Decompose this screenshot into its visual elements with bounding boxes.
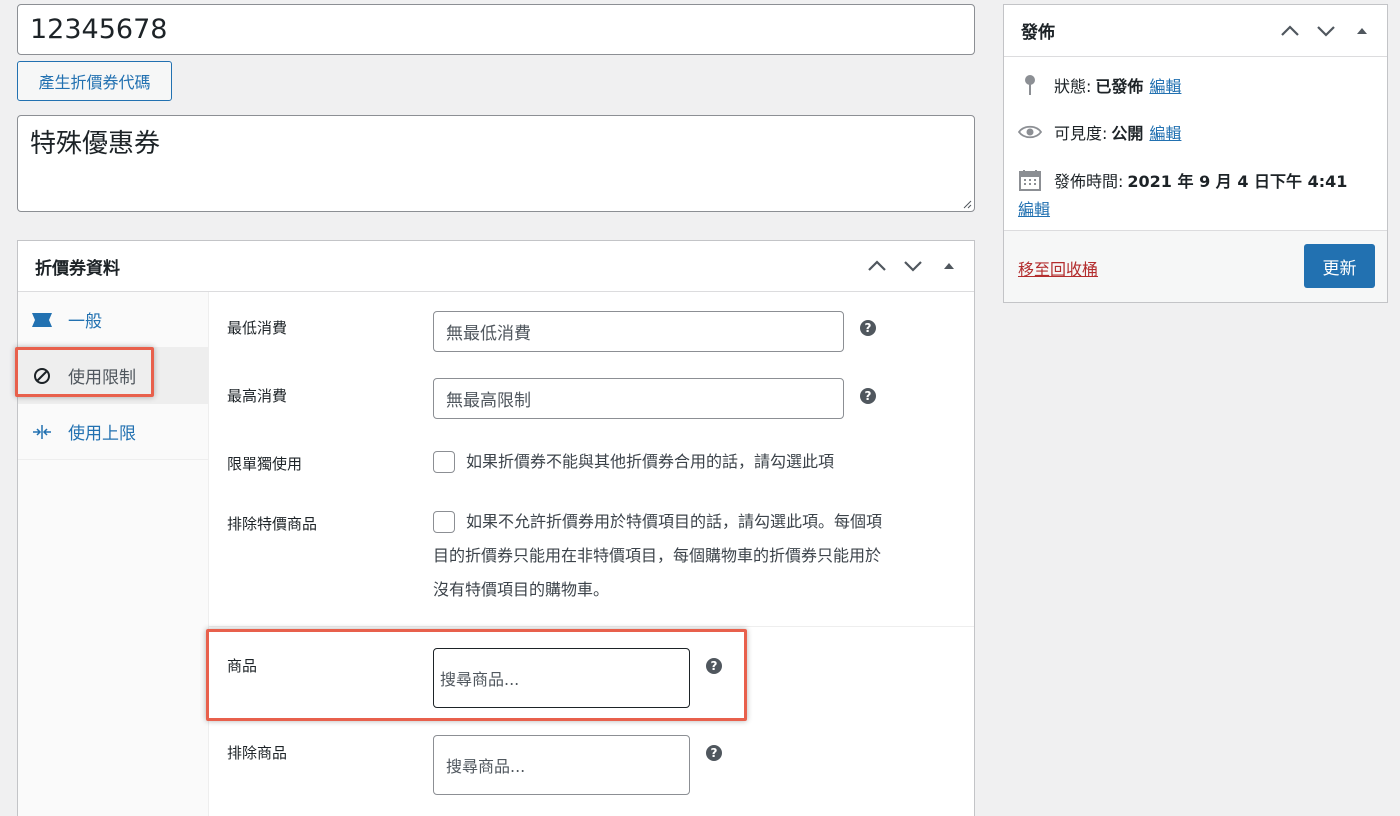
tab-general-label: 一般 (68, 312, 102, 332)
products-label: 商品 (227, 657, 258, 675)
limit-arrows-icon (32, 422, 52, 442)
exclude-sale-description-line3: 沒有特價項目的購物車。 (433, 580, 610, 599)
coupon-description-textarea[interactable]: 特殊優惠券 (17, 115, 975, 212)
tab-general[interactable]: 一般 (18, 292, 208, 348)
publish-visibility-row: 可見度: 公開 編輯 (1018, 120, 1181, 144)
published-value: 2021 年 9 月 4 日下午 4:41 (1127, 172, 1348, 191)
no-entry-icon (32, 366, 52, 386)
resize-grip-icon[interactable] (962, 199, 972, 209)
collapse-toggle-icon[interactable] (938, 255, 960, 277)
exclude-products-search-input[interactable]: 搜尋商品... (433, 735, 690, 795)
individual-use-checkbox[interactable] (433, 451, 455, 473)
min-spend-label: 最低消費 (227, 319, 288, 337)
move-down-icon[interactable] (902, 255, 924, 277)
max-spend-input[interactable]: 無最高限制 (433, 378, 844, 419)
status-label: 狀態: (1054, 77, 1092, 96)
exclude-sale-description-line1: 如果不允許折價券用於特價項目的話，請勾選此項。每個項 (466, 512, 883, 531)
edit-status-link[interactable]: 編輯 (1149, 73, 1181, 97)
min-spend-help-icon[interactable]: ? (860, 320, 876, 336)
update-button[interactable]: 更新 (1304, 244, 1375, 288)
tab-usage-limits-label: 使用上限 (68, 424, 136, 444)
move-to-trash-link[interactable]: 移至回收桶 (1018, 256, 1098, 280)
individual-use-description: 如果折價券不能與其他折價券合用的話，請勾選此項 (466, 452, 835, 471)
exclude-sale-items-checkbox[interactable] (433, 511, 455, 533)
edit-date-link[interactable]: 編輯 (1018, 196, 1050, 220)
tab-usage-restriction[interactable]: 使用限制 (18, 348, 208, 404)
exclude-sale-description-line2: 目的折價券只能用在非特價項目，每個購物車的折價券只能用於 (433, 546, 882, 565)
options-divider (209, 626, 974, 627)
publish-actions: 移至回收桶 更新 (1004, 230, 1387, 302)
publish-controls (1279, 20, 1373, 42)
eye-icon (1018, 120, 1042, 144)
status-value: 已發佈 (1095, 77, 1144, 96)
generate-coupon-code-button[interactable]: 產生折價券代碼 (17, 61, 172, 101)
edit-visibility-link[interactable]: 編輯 (1149, 120, 1181, 144)
coupon-data-title: 折價券資料 (35, 258, 120, 279)
coupon-data-header: 折價券資料 (18, 241, 974, 292)
published-label: 發佈時間: (1054, 172, 1124, 191)
exclude-products-label: 排除商品 (227, 744, 288, 762)
pin-icon (1018, 73, 1042, 97)
coupon-data-controls (866, 255, 960, 277)
ticket-icon (32, 310, 52, 330)
publish-date-row: 發佈時間: 2021 年 9 月 4 日下午 4:41 (1018, 168, 1353, 192)
publish-box: 發佈 狀態: 已發佈 編輯 可見度: 公開 編輯 發佈時間: 2021 年 9 … (1003, 4, 1388, 303)
publish-status-row: 狀態: 已發佈 編輯 (1018, 73, 1181, 97)
move-up-icon[interactable] (866, 255, 888, 277)
publish-collapse-icon[interactable] (1351, 20, 1373, 42)
products-search-input[interactable]: 搜尋商品... (433, 648, 690, 708)
max-spend-help-icon[interactable]: ? (860, 388, 876, 404)
products-help-icon[interactable]: ? (706, 658, 722, 674)
publish-title: 發佈 (1021, 23, 1055, 43)
coupon-data-tabs: 一般 使用限制 使用上限 (18, 292, 209, 816)
tab-usage-limits[interactable]: 使用上限 (18, 404, 208, 460)
exclude-sale-items-label: 排除特價商品 (227, 515, 318, 533)
visibility-value: 公開 (1111, 124, 1144, 143)
coupon-code-input[interactable]: 12345678 (17, 4, 975, 55)
coupon-description-text: 特殊優惠券 (30, 129, 161, 159)
min-spend-input[interactable]: 無最低消費 (433, 311, 844, 352)
publish-date-edit-row: 編輯 (1018, 196, 1050, 220)
publish-move-up-icon[interactable] (1279, 20, 1301, 42)
exclude-products-help-icon[interactable]: ? (706, 745, 722, 761)
visibility-label: 可見度: (1054, 124, 1108, 143)
publish-move-down-icon[interactable] (1315, 20, 1337, 42)
calendar-icon (1018, 168, 1042, 192)
individual-use-label: 限單獨使用 (227, 455, 303, 473)
max-spend-label: 最高消費 (227, 387, 288, 405)
tab-usage-restriction-label: 使用限制 (68, 368, 136, 388)
